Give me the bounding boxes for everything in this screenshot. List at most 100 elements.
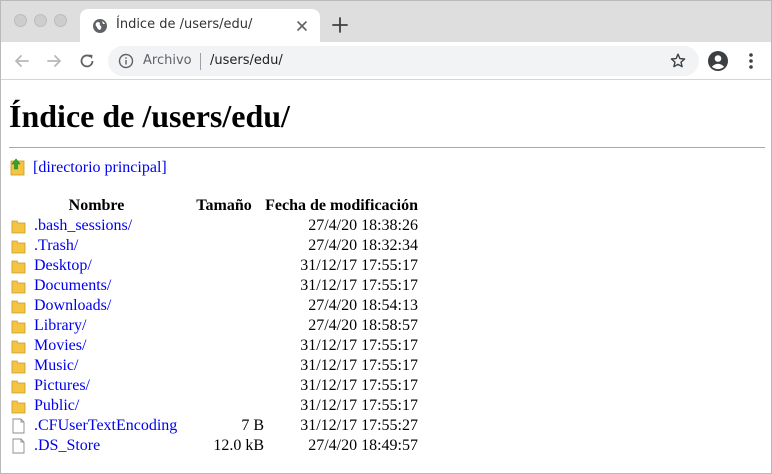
size-cell bbox=[184, 276, 264, 296]
date-cell: 27/4/20 18:58:57 bbox=[308, 317, 418, 334]
tab-title: Índice de /users/edu/ bbox=[116, 17, 253, 32]
size-cell bbox=[184, 396, 264, 416]
close-window-button[interactable] bbox=[14, 14, 27, 27]
name-cell: .DS_Store bbox=[9, 436, 184, 456]
date-cell: 27/4/20 18:38:26 bbox=[308, 217, 418, 234]
table-row: Pictures/31/12/17 17:55:17 bbox=[9, 376, 418, 396]
size-cell bbox=[184, 236, 264, 256]
tab-close-icon[interactable] bbox=[294, 18, 310, 34]
entry-link[interactable]: Downloads/ bbox=[34, 297, 111, 314]
title-divider bbox=[9, 147, 765, 148]
entry-link[interactable]: Documents/ bbox=[34, 277, 111, 294]
entry-link[interactable]: .bash_sessions/ bbox=[34, 217, 132, 234]
table-row: .Trash/27/4/20 18:32:34 bbox=[9, 236, 418, 256]
folder-icon bbox=[11, 300, 26, 314]
folder-icon bbox=[11, 220, 26, 234]
page-title: Índice de /users/edu/ bbox=[9, 98, 290, 134]
name-cell: .CFUserTextEncoding bbox=[9, 416, 184, 436]
name-cell: Movies/ bbox=[9, 336, 184, 356]
folder-icon bbox=[11, 380, 26, 394]
size-cell bbox=[184, 376, 264, 396]
table-row: .DS_Store 12.0 kB 27/4/20 18:49:57 bbox=[9, 436, 418, 456]
column-header-name[interactable]: Nombre bbox=[9, 196, 184, 216]
name-cell: .Trash/ bbox=[9, 236, 184, 256]
reload-icon[interactable] bbox=[78, 52, 96, 70]
folder-icon bbox=[11, 280, 26, 294]
date-cell: 31/12/17 17:55:17 bbox=[300, 357, 418, 374]
name-cell: .bash_sessions/ bbox=[9, 216, 184, 236]
site-security-label[interactable]: Archivo bbox=[143, 53, 192, 68]
date-cell: 27/4/20 18:32:34 bbox=[308, 237, 418, 254]
folder-icon bbox=[11, 400, 26, 414]
more-menu-icon[interactable] bbox=[742, 51, 760, 71]
entry-link[interactable]: .DS_Store bbox=[34, 437, 100, 454]
table-row: Desktop/31/12/17 17:55:17 bbox=[9, 256, 418, 276]
folder-icon bbox=[11, 320, 26, 334]
forward-arrow-icon[interactable] bbox=[45, 52, 63, 70]
table-row: Documents/31/12/17 17:55:17 bbox=[9, 276, 418, 296]
size-cell bbox=[184, 216, 264, 236]
table-row: Public/31/12/17 17:55:17 bbox=[9, 396, 418, 416]
browser-toolbar: Archivo /users/edu/ bbox=[1, 42, 771, 80]
profile-avatar-icon[interactable] bbox=[707, 50, 729, 72]
size-cell bbox=[184, 296, 264, 316]
tab-active[interactable]: Índice de /users/edu/ bbox=[80, 9, 320, 42]
maximize-window-button[interactable] bbox=[54, 14, 67, 27]
new-tab-icon[interactable] bbox=[331, 16, 349, 34]
name-cell: Library/ bbox=[9, 316, 184, 336]
info-icon[interactable] bbox=[118, 53, 134, 69]
entry-link[interactable]: .Trash/ bbox=[34, 237, 78, 254]
date-cell: 27/4/20 18:54:13 bbox=[308, 297, 418, 314]
entry-link[interactable]: Movies/ bbox=[34, 337, 86, 354]
table-row: .bash_sessions/27/4/20 18:38:26 bbox=[9, 216, 418, 236]
name-cell: Public/ bbox=[9, 396, 184, 416]
date-cell: 31/12/17 17:55:17 bbox=[300, 277, 418, 294]
bookmark-star-icon[interactable] bbox=[669, 52, 687, 70]
size-cell bbox=[184, 336, 264, 356]
page-content: Índice de /users/edu/ [directorio princi… bbox=[1, 81, 771, 473]
directory-table: Nombre Tamaño Fecha de modificación .bas… bbox=[9, 196, 418, 456]
entry-link[interactable]: Music/ bbox=[34, 357, 78, 374]
date-cell: 31/12/17 17:55:17 bbox=[300, 377, 418, 394]
tab-strip: Índice de /users/edu/ bbox=[1, 1, 771, 42]
parent-directory-link[interactable]: [directorio principal] bbox=[33, 159, 167, 177]
table-row: Music/31/12/17 17:55:17 bbox=[9, 356, 418, 376]
folder-icon bbox=[11, 260, 26, 274]
table-row: Movies/31/12/17 17:55:17 bbox=[9, 336, 418, 356]
date-cell: 31/12/17 17:55:17 bbox=[300, 257, 418, 274]
date-cell: 31/12/17 17:55:17 bbox=[300, 337, 418, 354]
date-cell: 31/12/17 17:55:27 bbox=[300, 417, 418, 434]
table-row: Downloads/27/4/20 18:54:13 bbox=[9, 296, 418, 316]
entry-link[interactable]: Public/ bbox=[34, 397, 79, 414]
file-icon bbox=[12, 418, 25, 434]
date-cell: 31/12/17 17:55:17 bbox=[300, 397, 418, 414]
up-folder-icon bbox=[10, 158, 25, 176]
size-cell bbox=[184, 356, 264, 376]
entry-link[interactable]: .CFUserTextEncoding bbox=[34, 417, 177, 434]
minimize-window-button[interactable] bbox=[34, 14, 47, 27]
size-cell: 7 B bbox=[241, 417, 264, 434]
folder-icon bbox=[11, 340, 26, 354]
globe-icon bbox=[93, 19, 107, 33]
address-bar[interactable]: Archivo /users/edu/ bbox=[108, 46, 699, 76]
folder-icon bbox=[11, 240, 26, 254]
name-cell: Music/ bbox=[9, 356, 184, 376]
entry-link[interactable]: Library/ bbox=[34, 317, 86, 334]
table-header-row: Nombre Tamaño Fecha de modificación bbox=[9, 196, 418, 216]
file-icon bbox=[12, 438, 25, 454]
name-cell: Desktop/ bbox=[9, 256, 184, 276]
entry-link[interactable]: Desktop/ bbox=[34, 257, 92, 274]
name-cell: Downloads/ bbox=[9, 296, 184, 316]
column-header-size[interactable]: Tamaño bbox=[184, 196, 264, 216]
column-header-date[interactable]: Fecha de modificación bbox=[264, 196, 418, 216]
browser-window: Índice de /users/edu/ Archivo /users/edu… bbox=[0, 0, 772, 474]
name-cell: Documents/ bbox=[9, 276, 184, 296]
back-arrow-icon[interactable] bbox=[13, 52, 31, 70]
url-text[interactable]: /users/edu/ bbox=[210, 53, 283, 68]
entry-link[interactable]: Pictures/ bbox=[34, 377, 90, 394]
table-row: .CFUserTextEncoding 7 B 31/12/17 17:55:27 bbox=[9, 416, 418, 436]
table-row: Library/27/4/20 18:58:57 bbox=[9, 316, 418, 336]
folder-icon bbox=[11, 360, 26, 374]
omnibox-divider bbox=[200, 53, 201, 70]
date-cell: 27/4/20 18:49:57 bbox=[308, 437, 418, 454]
